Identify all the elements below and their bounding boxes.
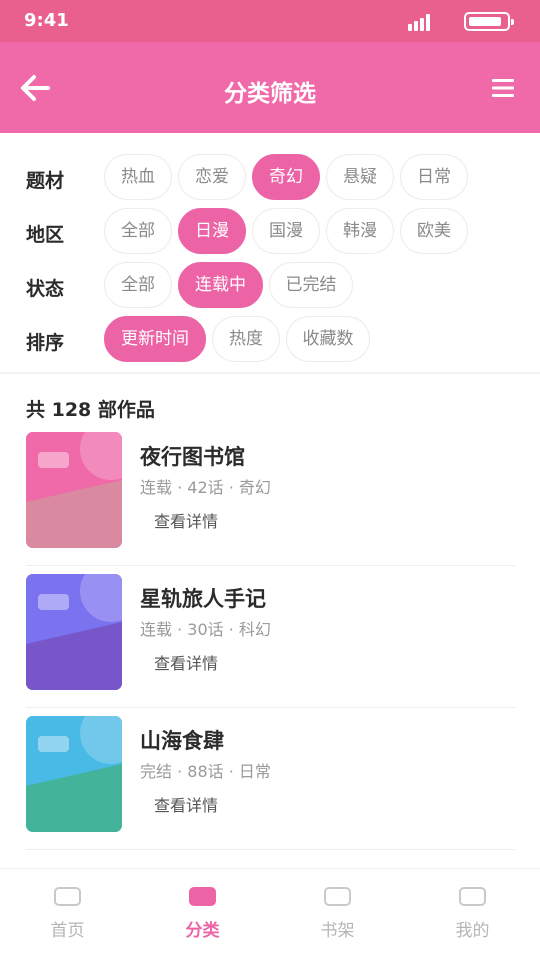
cover-image bbox=[26, 716, 122, 832]
bookshelf-icon bbox=[324, 887, 351, 906]
tab-category[interactable]: 分类 bbox=[135, 869, 270, 960]
category-icon bbox=[189, 887, 216, 906]
view-detail-link[interactable]: 查看详情 bbox=[154, 792, 218, 816]
result-count: 共 128 部作品 bbox=[26, 399, 155, 421]
filter-chip[interactable]: 更新时间 bbox=[104, 316, 206, 362]
filter-chip[interactable]: 恋爱 bbox=[178, 154, 246, 200]
filter-chip[interactable]: 奇幻 bbox=[252, 154, 320, 200]
page-title: 分类筛选 bbox=[224, 81, 316, 107]
filter-row-sort: 排序 更新时间 热度 收藏数 bbox=[0, 316, 540, 364]
status-bar: 9:41 bbox=[0, 0, 540, 42]
signal-icon bbox=[408, 13, 434, 31]
item-divider bbox=[26, 707, 516, 708]
filter-panel: 题材 热血 恋爱 奇幻 悬疑 日常 地区 全部 日漫 国漫 韩漫 欧美 状态 全… bbox=[0, 133, 540, 373]
battery-icon bbox=[464, 12, 514, 31]
filter-chip[interactable]: 已完结 bbox=[269, 262, 353, 308]
filter-label: 状态 bbox=[26, 278, 65, 300]
view-detail-link[interactable]: 查看详情 bbox=[154, 508, 218, 532]
filter-chip[interactable]: 热血 bbox=[104, 154, 172, 200]
work-title: 夜行图书馆 bbox=[140, 445, 245, 469]
item-divider bbox=[26, 565, 516, 566]
filter-chip[interactable]: 悬疑 bbox=[326, 154, 394, 200]
filter-chip[interactable]: 热度 bbox=[212, 316, 280, 362]
work-title: 山海食肆 bbox=[140, 729, 224, 753]
filter-chip[interactable]: 日漫 bbox=[178, 208, 246, 254]
view-detail-link[interactable]: 查看详情 bbox=[154, 650, 218, 674]
filter-chip[interactable]: 欧美 bbox=[400, 208, 468, 254]
filter-chip[interactable]: 全部 bbox=[104, 262, 172, 308]
filter-row-region: 地区 全部 日漫 国漫 韩漫 欧美 bbox=[0, 208, 540, 256]
profile-icon bbox=[459, 887, 486, 906]
section-divider bbox=[0, 372, 540, 374]
cover-image bbox=[26, 574, 122, 690]
hamburger-menu-icon bbox=[492, 79, 514, 97]
work-list-item[interactable]: 山海食肆 完结 · 88话 · 日常 查看详情 bbox=[26, 716, 516, 850]
filter-chip[interactable]: 收藏数 bbox=[286, 316, 370, 362]
filter-chip[interactable]: 连载中 bbox=[178, 262, 263, 308]
tab-bookshelf[interactable]: 书架 bbox=[270, 869, 405, 960]
filter-label: 排序 bbox=[26, 332, 65, 354]
tab-label: 书架 bbox=[320, 921, 355, 941]
work-meta: 连载 · 30话 · 科幻 bbox=[140, 620, 271, 639]
filter-label: 地区 bbox=[26, 224, 65, 246]
menu-button[interactable] bbox=[486, 72, 520, 104]
filter-chip[interactable]: 国漫 bbox=[252, 208, 320, 254]
work-list-item[interactable]: 星轨旅人手记 连载 · 30话 · 科幻 查看详情 bbox=[26, 574, 516, 708]
filter-chip[interactable]: 全部 bbox=[104, 208, 172, 254]
tab-label: 首页 bbox=[50, 921, 85, 941]
bottom-tab-bar: 首页 分类 书架 我的 bbox=[0, 868, 540, 960]
filter-row-genre: 题材 热血 恋爱 奇幻 悬疑 日常 bbox=[0, 154, 540, 202]
work-title: 星轨旅人手记 bbox=[140, 587, 266, 611]
cover-image bbox=[26, 432, 122, 548]
work-meta: 连载 · 42话 · 奇幻 bbox=[140, 478, 271, 497]
tab-label: 我的 bbox=[455, 921, 490, 941]
filter-chip[interactable]: 韩漫 bbox=[326, 208, 394, 254]
home-icon bbox=[54, 887, 81, 906]
app-header: 分类筛选 bbox=[0, 42, 540, 133]
tab-label: 分类 bbox=[185, 921, 220, 941]
tab-home[interactable]: 首页 bbox=[0, 869, 135, 960]
status-time: 9:41 bbox=[24, 10, 69, 31]
filter-row-status: 状态 全部 连载中 已完结 bbox=[0, 262, 540, 310]
filter-chip[interactable]: 日常 bbox=[400, 154, 468, 200]
work-meta: 完结 · 88话 · 日常 bbox=[140, 762, 271, 781]
work-list-item[interactable]: 夜行图书馆 连载 · 42话 · 奇幻 查看详情 bbox=[26, 432, 516, 566]
item-divider bbox=[26, 849, 516, 850]
filter-label: 题材 bbox=[26, 170, 65, 192]
tab-profile[interactable]: 我的 bbox=[405, 869, 540, 960]
